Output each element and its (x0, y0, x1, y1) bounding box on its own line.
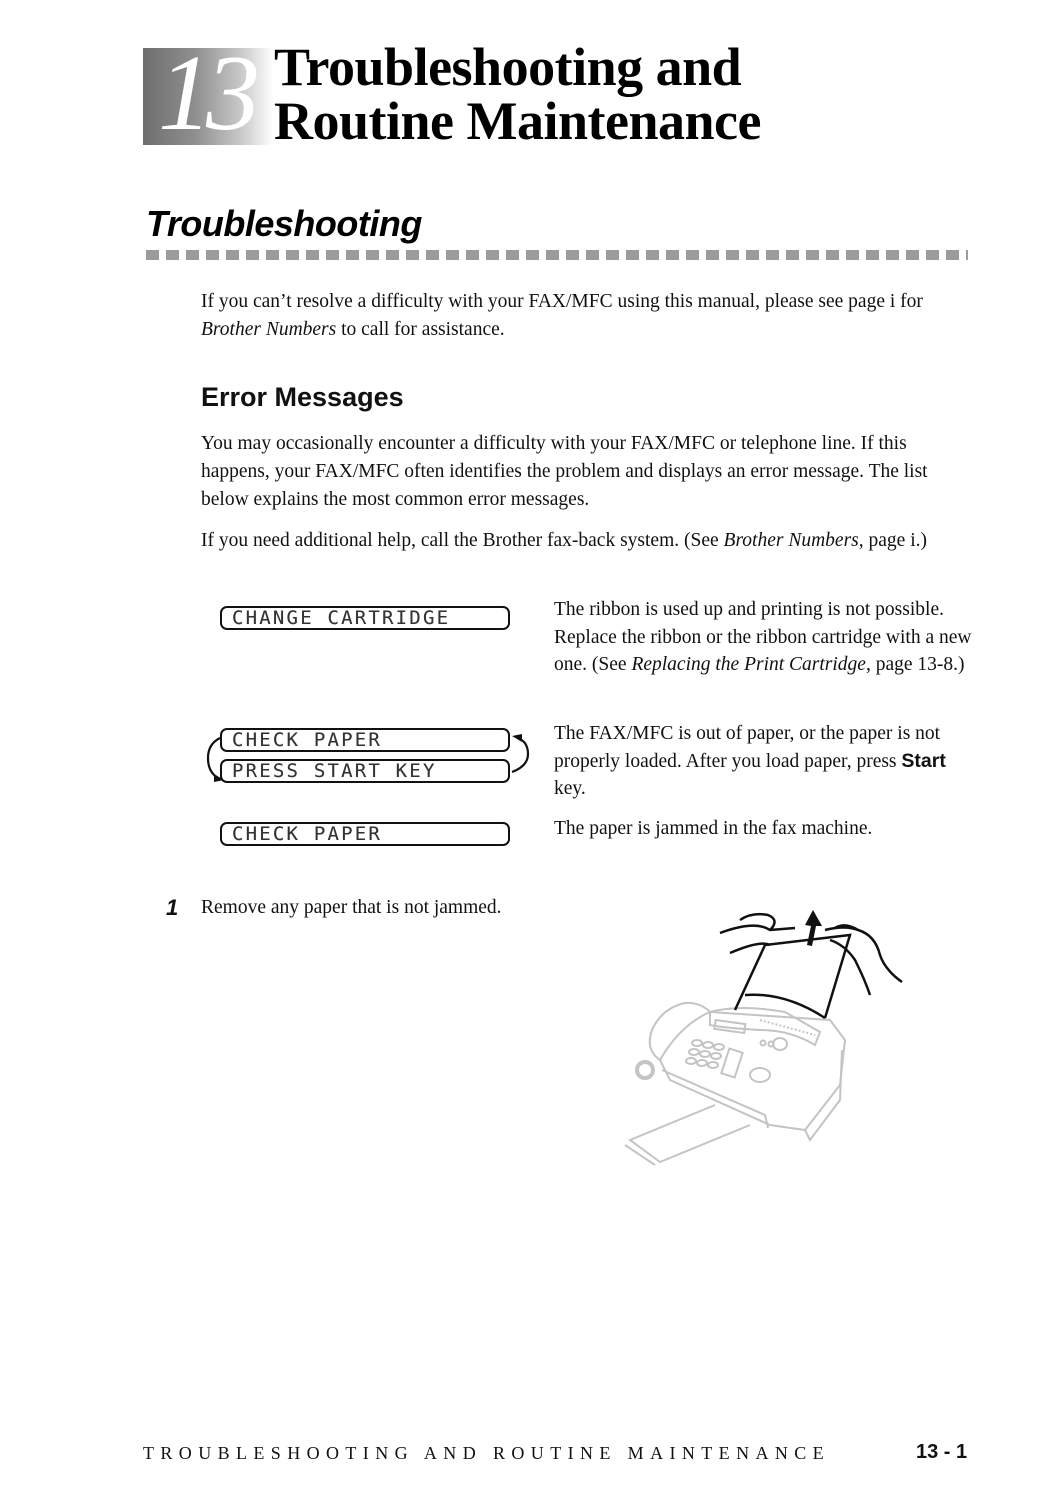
intro-paragraph: If you can’t resolve a difficulty with y… (201, 288, 976, 344)
chapter-title: Troubleshooting and Routine Maintenance (274, 40, 761, 148)
error-description-change-cartridge: The ribbon is used up and printing is no… (554, 596, 974, 679)
description-text-end: , page 13-8.) (865, 654, 965, 675)
brother-numbers-reference: Brother Numbers (201, 319, 337, 340)
replacing-print-cartridge-reference: Replacing the Print Cartridge (631, 654, 866, 675)
footer-running-title: TROUBLESHOOTING AND ROUTINE MAINTENANCE (143, 1443, 831, 1463)
step-number: 1 (166, 895, 179, 920)
left-arrow-head (214, 774, 224, 782)
right-arrow-head (512, 734, 522, 742)
lcd-display-change-cartridge: CHANGE CARTRIDGE (220, 606, 510, 630)
lcd-display-check-paper-jam: CHECK PAPER (220, 822, 510, 846)
left-arrow-curve (206, 737, 221, 779)
intro-text-end: to call for assistance. (336, 319, 505, 340)
help-paragraph: If you need additional help, call the Br… (201, 527, 976, 555)
page-number: 13 - 1 (916, 1441, 968, 1463)
error-description-check-paper: The FAX/MFC is out of paper, or the pape… (554, 720, 974, 803)
start-key-label: Start (901, 749, 946, 772)
chapter-title-line-1: Troubleshooting and (274, 37, 742, 97)
right-arrow-curve (511, 736, 530, 774)
error-description-paper-jam: The paper is jammed in the fax machine. (554, 818, 873, 839)
description-text-end: key. (554, 778, 586, 799)
step-text: Remove any paper that is not jammed. (201, 897, 502, 918)
brother-numbers-reference: Brother Numbers (723, 530, 859, 551)
alternating-display-arrows-icon (206, 734, 530, 782)
error-messages-heading: Error Messages (201, 382, 404, 412)
fax-machine-body (624, 1001, 847, 1166)
chapter-number: 13 (158, 34, 260, 153)
fax-machine-remove-paper-illustration-icon (624, 910, 903, 1166)
intro-text: If you can’t resolve a difficulty with y… (201, 291, 923, 312)
help-text: If you need additional help, call the Br… (201, 530, 724, 551)
description-text: The FAX/MFC is out of paper, or the pape… (554, 723, 941, 772)
section-divider (146, 250, 968, 260)
error-messages-paragraph: You may occasionally encounter a difficu… (201, 433, 928, 510)
section-title: Troubleshooting (146, 203, 422, 244)
help-text-end: , page i.) (858, 530, 927, 551)
chapter-title-line-2: Routine Maintenance (274, 91, 761, 151)
